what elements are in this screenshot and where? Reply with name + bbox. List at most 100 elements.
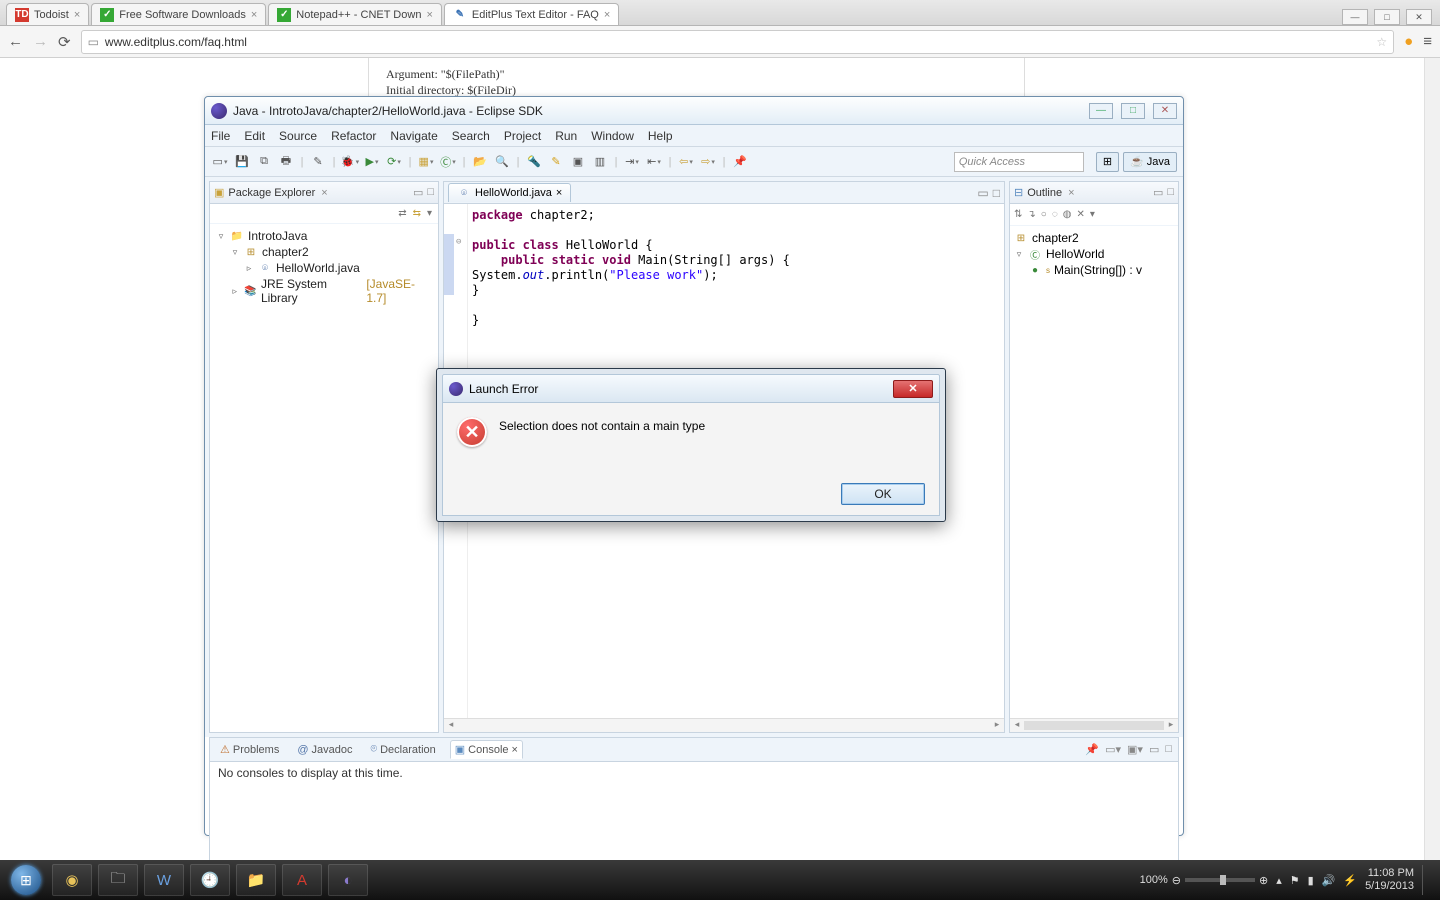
- fwd-hist-icon[interactable]: ⇨▾: [699, 153, 717, 171]
- close-icon[interactable]: ×: [1068, 187, 1074, 199]
- hide-static-icon[interactable]: ◌: [1052, 209, 1058, 220]
- eclipse-titlebar[interactable]: Java - IntrotoJava/chapter2/HelloWorld.j…: [205, 97, 1183, 125]
- debug-icon[interactable]: 🐞▾: [341, 153, 359, 171]
- outline-tab[interactable]: Outline: [1027, 187, 1062, 199]
- zoom-control[interactable]: 100% ⊖⊕: [1140, 874, 1269, 887]
- dialog-titlebar[interactable]: Launch Error ✕: [442, 374, 940, 402]
- acrobat-taskbar-icon[interactable]: A: [282, 864, 322, 896]
- eclipse-max-button[interactable]: □: [1121, 103, 1145, 119]
- maximize-icon[interactable]: □: [427, 186, 434, 199]
- editor-tab[interactable]: ⌾ HelloWorld.java ×: [448, 183, 571, 202]
- openfolder-icon[interactable]: 📂: [471, 153, 489, 171]
- outline-method[interactable]: ●s Main(String[]) : v: [1014, 262, 1174, 278]
- fold-icon[interactable]: ⊖: [456, 235, 461, 250]
- hide-local-icon[interactable]: ✕: [1077, 209, 1085, 220]
- tab-todoist[interactable]: TD Todoist ×: [6, 3, 89, 25]
- open-console-icon[interactable]: ▣▾: [1127, 743, 1143, 756]
- zoom-slider[interactable]: [1185, 878, 1255, 882]
- quick-access-input[interactable]: Quick Access: [954, 152, 1084, 172]
- problems-tab[interactable]: ⚠Problems: [216, 741, 283, 758]
- wand-icon[interactable]: ✎: [309, 153, 327, 171]
- close-icon[interactable]: ×: [512, 744, 518, 756]
- pin-icon[interactable]: 📌: [731, 153, 749, 171]
- chrome-min-button[interactable]: —: [1342, 9, 1368, 25]
- tree-jre[interactable]: ▹📚JRE System Library [JavaSE-1.7]: [216, 276, 432, 306]
- menu-file[interactable]: File: [211, 129, 230, 143]
- minimize-icon[interactable]: ▭: [1149, 743, 1159, 756]
- hide-nonpub-icon[interactable]: ◍: [1063, 209, 1072, 220]
- chrome-max-button[interactable]: □: [1374, 9, 1400, 25]
- tree-project[interactable]: ▿📁IntrotoJava: [216, 228, 432, 244]
- close-icon[interactable]: ×: [556, 187, 562, 199]
- menu-refactor[interactable]: Refactor: [331, 129, 376, 143]
- package-explorer-tab[interactable]: Package Explorer: [228, 187, 315, 199]
- display-icon[interactable]: ▭▾: [1105, 743, 1121, 756]
- viewmenu-icon[interactable]: ▾: [1090, 209, 1095, 220]
- reload-button[interactable]: ⟳: [58, 33, 71, 51]
- tray-network-icon[interactable]: ▮: [1308, 874, 1314, 887]
- tree-file[interactable]: ▹⌾HelloWorld.java: [216, 260, 432, 276]
- eclipse-taskbar-icon[interactable]: ◐: [328, 864, 368, 896]
- eclipse-close-button[interactable]: ✕: [1153, 103, 1177, 119]
- prev-ann-icon[interactable]: ⇤▾: [645, 153, 663, 171]
- opentype-icon[interactable]: 🔍: [493, 153, 511, 171]
- start-button[interactable]: [6, 864, 46, 896]
- menu-icon[interactable]: ≡: [1423, 33, 1432, 50]
- tab-downloads[interactable]: ✓ Free Software Downloads ×: [91, 3, 266, 25]
- tray-up-icon[interactable]: ▴: [1276, 874, 1282, 887]
- search-icon[interactable]: 🔦: [525, 153, 543, 171]
- declaration-tab[interactable]: ⌾Declaration: [367, 741, 440, 758]
- minimize-icon[interactable]: ▭: [977, 186, 988, 200]
- tray-flag-icon[interactable]: ⚑: [1290, 874, 1300, 887]
- word-taskbar-icon[interactable]: W: [144, 864, 184, 896]
- highlight-icon[interactable]: ✎: [547, 153, 565, 171]
- menu-help[interactable]: Help: [648, 129, 673, 143]
- close-icon[interactable]: ×: [74, 9, 80, 21]
- close-icon[interactable]: ×: [604, 9, 610, 21]
- back-hist-icon[interactable]: ⇦▾: [677, 153, 695, 171]
- run-icon[interactable]: ▶▾: [363, 153, 381, 171]
- hide-fields-icon[interactable]: ○: [1041, 209, 1047, 220]
- outline-h-scrollbar[interactable]: ◂▸: [1010, 718, 1178, 732]
- close-icon[interactable]: ×: [426, 9, 432, 21]
- menu-run[interactable]: Run: [555, 129, 577, 143]
- save-icon[interactable]: 💾: [233, 153, 251, 171]
- filter-icon[interactable]: ↴: [1027, 209, 1035, 220]
- menu-project[interactable]: Project: [504, 129, 541, 143]
- extension-icon[interactable]: ●: [1404, 33, 1413, 50]
- maximize-icon[interactable]: □: [993, 186, 1000, 200]
- java-perspective-button[interactable]: ☕ Java: [1123, 152, 1177, 172]
- dialog-close-button[interactable]: ✕: [893, 380, 933, 398]
- outline-class[interactable]: ▿ⒸHelloWorld: [1014, 246, 1174, 262]
- tab-editplus[interactable]: ✎ EditPlus Text Editor - FAQ ×: [444, 3, 619, 25]
- open-perspective-button[interactable]: ⊞: [1096, 152, 1119, 172]
- collapse-icon[interactable]: ⇄: [398, 208, 406, 219]
- new-icon[interactable]: ▭▾: [211, 153, 229, 171]
- link-icon[interactable]: ⇆: [413, 208, 421, 219]
- tray-volume-icon[interactable]: 🔊: [1322, 874, 1336, 887]
- newclass-icon[interactable]: Ⓒ▾: [439, 153, 457, 171]
- minimize-icon[interactable]: ▭: [1153, 186, 1163, 199]
- tab-notepadpp[interactable]: ✓ Notepad++ - CNET Down ×: [268, 3, 442, 25]
- close-icon[interactable]: ×: [251, 9, 257, 21]
- taskbar-clock[interactable]: 11:08 PM 5/19/2013: [1365, 867, 1414, 893]
- back-button[interactable]: ←: [8, 33, 23, 50]
- javadoc-tab[interactable]: @Javadoc: [293, 742, 356, 758]
- menu-navigate[interactable]: Navigate: [390, 129, 437, 143]
- saveall-icon[interactable]: ⧉: [255, 153, 273, 171]
- next-ann-icon[interactable]: ⇥▾: [623, 153, 641, 171]
- menu-edit[interactable]: Edit: [244, 129, 265, 143]
- editor-h-scrollbar[interactable]: ◂▸: [444, 718, 1004, 732]
- close-icon[interactable]: ×: [321, 187, 327, 199]
- sort-icon[interactable]: ⇅: [1014, 209, 1022, 220]
- maximize-icon[interactable]: □: [1165, 743, 1172, 756]
- pin-icon[interactable]: 📌: [1085, 743, 1099, 756]
- minimize-icon[interactable]: ▭: [413, 186, 423, 199]
- menu-search[interactable]: Search: [452, 129, 490, 143]
- chrome-close-button[interactable]: ✕: [1406, 9, 1432, 25]
- toggle-icon[interactable]: ▣: [569, 153, 587, 171]
- viewmenu-icon[interactable]: ▾: [427, 208, 432, 219]
- runlast-icon[interactable]: ⟳▾: [385, 153, 403, 171]
- console-tab[interactable]: ▣Console ×: [450, 740, 523, 759]
- print-icon[interactable]: 🖶: [277, 153, 295, 171]
